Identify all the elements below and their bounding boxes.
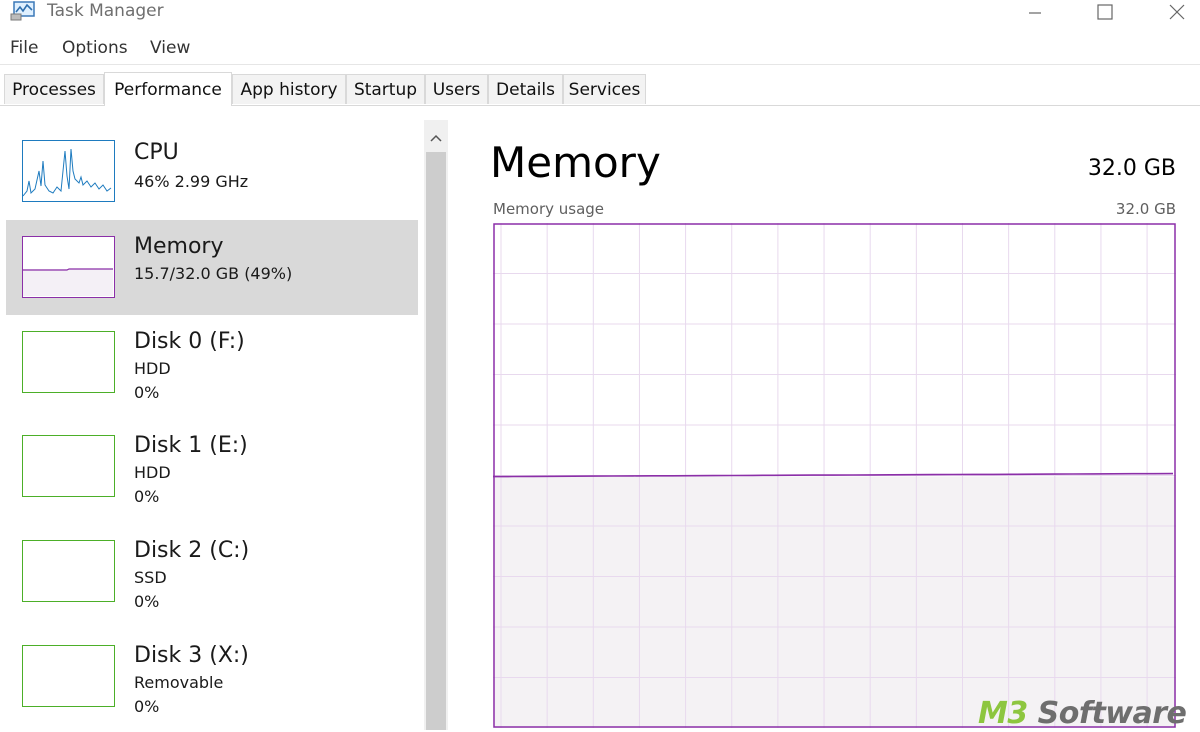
- scroll-up-arrow-icon[interactable]: [424, 128, 448, 148]
- graph-max-value: 32.0 GB: [1115, 200, 1176, 218]
- tab-processes[interactable]: Processes: [4, 74, 104, 104]
- disk-3-usage: 0%: [134, 697, 160, 716]
- task-manager-icon: [10, 1, 36, 21]
- disk-2-thumbnail-graph: [22, 540, 115, 602]
- cpu-thumbnail-graph: [22, 140, 115, 202]
- detail-title: Memory: [490, 138, 661, 187]
- watermark-suffix: Software: [1027, 696, 1187, 731]
- disk-1-label: Disk 1 (E:): [134, 433, 248, 458]
- scrollbar-thumb[interactable]: [426, 152, 446, 730]
- resource-list: CPU 46% 2.99 GHz Memory 15.7/32.0 GB (49…: [0, 106, 452, 730]
- tab-details[interactable]: Details: [488, 74, 563, 104]
- memory-label: Memory: [134, 234, 224, 259]
- tab-services[interactable]: Services: [563, 74, 646, 104]
- menu-view[interactable]: View: [150, 38, 190, 58]
- cpu-label: CPU: [134, 140, 179, 165]
- sidebar-item-disk-3[interactable]: Disk 3 (X:) Removable 0%: [6, 630, 418, 725]
- tab-app-history[interactable]: App history: [232, 74, 346, 104]
- memory-total: 32.0 GB: [1087, 156, 1176, 181]
- tab-strip: Processes Performance App history Startu…: [0, 72, 1200, 106]
- tab-performance[interactable]: Performance: [104, 72, 232, 106]
- disk-0-thumbnail-graph: [22, 331, 115, 393]
- menu-file[interactable]: File: [10, 38, 38, 58]
- sidebar-item-disk-0[interactable]: Disk 0 (F:) HDD 0%: [6, 315, 418, 410]
- disk-3-type: Removable: [134, 673, 224, 692]
- window-title: Task Manager: [47, 1, 164, 21]
- disk-0-label: Disk 0 (F:): [134, 329, 245, 354]
- m3-software-watermark: M3 Software: [978, 696, 1187, 731]
- close-icon[interactable]: [1154, 0, 1200, 24]
- disk-1-thumbnail-graph: [22, 435, 115, 497]
- title-bar: Task Manager: [0, 0, 1200, 30]
- sidebar-scrollbar[interactable]: [424, 120, 448, 730]
- disk-2-usage: 0%: [134, 592, 160, 611]
- watermark-prefix: M3: [978, 696, 1028, 731]
- menu-divider: [0, 64, 1200, 65]
- tab-users[interactable]: Users: [425, 74, 488, 104]
- cpu-usage-text: 46% 2.99 GHz: [134, 172, 249, 191]
- maximize-icon[interactable]: [1082, 0, 1128, 24]
- minimize-icon[interactable]: [1012, 0, 1058, 24]
- disk-0-usage: 0%: [134, 383, 160, 402]
- sidebar-item-disk-1[interactable]: Disk 1 (E:) HDD 0%: [6, 420, 418, 515]
- disk-1-type: HDD: [134, 463, 171, 482]
- sidebar-item-cpu[interactable]: CPU 46% 2.99 GHz: [6, 130, 418, 225]
- disk-3-label: Disk 3 (X:): [134, 643, 249, 668]
- memory-used-area: [493, 476, 1176, 728]
- memory-thumbnail-graph: [22, 236, 115, 298]
- disk-2-type: SSD: [134, 568, 167, 587]
- disk-3-thumbnail-graph: [22, 645, 115, 707]
- memory-usage-text: 15.7/32.0 GB (49%): [134, 264, 293, 283]
- disk-2-label: Disk 2 (C:): [134, 538, 250, 563]
- disk-0-type: HDD: [134, 359, 171, 378]
- disk-1-usage: 0%: [134, 487, 160, 506]
- tab-startup[interactable]: Startup: [346, 74, 425, 104]
- memory-usage-label: Memory usage: [493, 200, 605, 218]
- memory-usage-graph: [492, 223, 1176, 728]
- menu-options[interactable]: Options: [62, 38, 128, 58]
- sidebar-item-memory[interactable]: Memory 15.7/32.0 GB (49%): [6, 220, 418, 315]
- sidebar-item-disk-2[interactable]: Disk 2 (C:) SSD 0%: [6, 525, 418, 620]
